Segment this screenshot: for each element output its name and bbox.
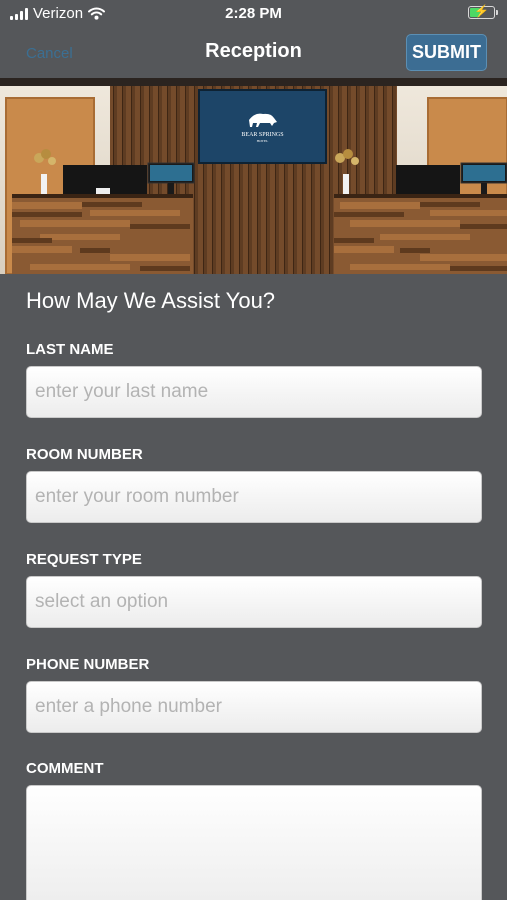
charging-bolt-icon: ⚡	[474, 4, 489, 18]
form-heading: How May We Assist You?	[26, 288, 276, 313]
request-type-label: REQUEST TYPE	[26, 551, 142, 568]
sign-text-sub: HOTEL	[257, 139, 268, 143]
status-right: ⚡	[468, 4, 498, 19]
app-screen: Verizon 2:28 PM ⚡ Cancel Reception SUBMI…	[0, 0, 507, 900]
comment-field[interactable]	[26, 785, 482, 900]
sign-text-main: BEAR SPRINGS	[241, 132, 283, 138]
last-name-label: LAST NAME	[26, 341, 114, 358]
submit-button[interactable]: SUBMIT	[406, 34, 487, 71]
status-bar: Verizon 2:28 PM ⚡	[0, 0, 507, 28]
status-time: 2:28 PM	[225, 5, 282, 22]
room-number-field[interactable]	[26, 471, 482, 523]
comment-label: COMMENT	[26, 760, 104, 777]
phone-number-label: PHONE NUMBER	[26, 656, 150, 673]
nav-bar: Cancel Reception SUBMIT	[0, 28, 507, 78]
room-number-label: ROOM NUMBER	[26, 446, 143, 463]
phone-number-field[interactable]	[26, 681, 482, 733]
reception-hero-image: BEAR SPRINGS HOTEL	[0, 78, 507, 274]
reception-illustration: BEAR SPRINGS HOTEL	[0, 78, 507, 274]
request-type-select[interactable]	[26, 576, 482, 628]
last-name-field[interactable]	[26, 366, 482, 418]
battery-icon: ⚡	[468, 4, 498, 19]
